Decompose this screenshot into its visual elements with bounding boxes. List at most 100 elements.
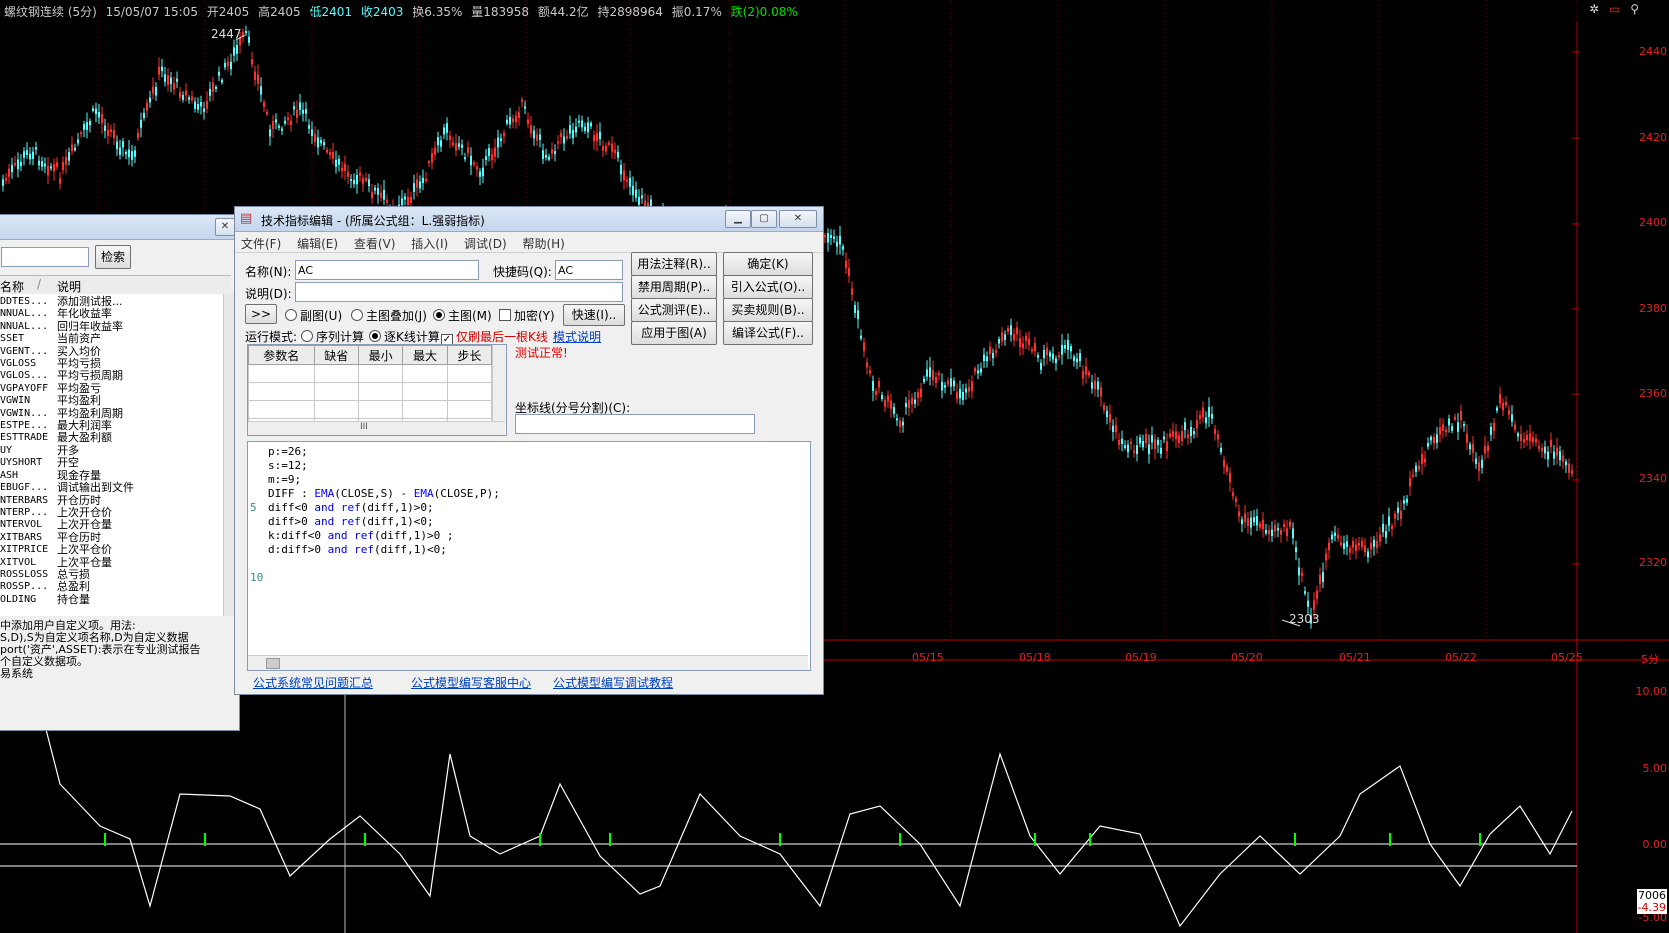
code-line[interactable]: d:diff>0 and ref(diff,1)<0;	[268, 543, 447, 556]
list-item-name[interactable]: EBUGF...	[0, 482, 48, 494]
list-item-name[interactable]: VGLOSS	[0, 358, 48, 370]
code-editor[interactable]: p:=26; s:=12; m:=9; DIFF : EMA(CLOSE,S) - E…	[247, 441, 811, 671]
list-item-name[interactable]: NTERP...	[0, 507, 48, 519]
param-cell[interactable]	[313, 364, 359, 383]
list-item-name[interactable]: ROSSLOSS	[0, 569, 48, 581]
list-item-desc[interactable]: 平均盈利	[57, 394, 134, 407]
list-item-name[interactable]: VGLOS...	[0, 370, 48, 382]
code-line[interactable]: p:=26;	[268, 445, 308, 458]
scroll-thumb[interactable]	[266, 658, 280, 669]
list-item-name[interactable]: ASH	[0, 470, 48, 482]
period-label[interactable]: 5分	[1641, 651, 1659, 667]
list-item-name[interactable]: VGENT...	[0, 346, 48, 358]
code-line[interactable]: m:=9;	[268, 473, 301, 486]
list-item-desc[interactable]: 持仓量	[57, 593, 134, 606]
list-item-name[interactable]: VGWIN	[0, 395, 48, 407]
indicator-editor-window[interactable]: ▤ 技术指标编辑 - (所属公式组：L.强弱指标) ▁ ▢ ✕ 文件(F) 编辑…	[234, 206, 824, 695]
list-item-name[interactable]: XITPRICE	[0, 544, 48, 556]
param-cell[interactable]	[357, 382, 404, 401]
param-cell[interactable]	[446, 382, 493, 401]
function-list-titlebar[interactable]: ✕	[0, 215, 239, 240]
radio-sub-chart[interactable]: 副图(U)	[285, 307, 342, 324]
list-item-name[interactable]: XITVOL	[0, 557, 48, 569]
function-search-input[interactable]	[1, 247, 89, 267]
menu-debug[interactable]: 调试(D)	[458, 232, 513, 252]
list-item-name[interactable]: NNUAL...	[0, 321, 48, 333]
tutorial-link[interactable]: 公式模型编写调试教程	[553, 674, 673, 691]
usage-notes-button[interactable]: 用法注释(R)..	[631, 252, 717, 276]
import-formula-button[interactable]: 引入公式(O)..	[723, 275, 813, 299]
menu-insert[interactable]: 插入(I)	[405, 232, 454, 252]
list-item-desc[interactable]: 总盈利	[57, 580, 134, 593]
evaluate-formula-button[interactable]: 公式测评(E)..	[631, 298, 717, 322]
list-item-name[interactable]: NNUAL...	[0, 308, 48, 320]
list-item-desc[interactable]: 平均亏损周期	[57, 370, 134, 383]
code-line[interactable]: k:diff<0 and ref(diff,1)>0 ;	[268, 529, 453, 542]
menu-edit[interactable]: 编辑(E)	[291, 232, 344, 252]
desc-input[interactable]	[295, 282, 623, 302]
list-item-name[interactable]: ESTPE...	[0, 420, 48, 432]
shortcut-input[interactable]: AC	[555, 260, 623, 280]
list-item-name[interactable]: VGWIN...	[0, 408, 48, 420]
params-table[interactable]: 参数名 缺省 最小 最大 步长 III	[247, 344, 507, 436]
list-item-name[interactable]: XITBARS	[0, 532, 48, 544]
search-button[interactable]: 检索	[95, 245, 131, 269]
param-cell[interactable]	[313, 382, 359, 401]
params-vscroll[interactable]	[492, 345, 506, 421]
list-item-name[interactable]: VGPAYOFF	[0, 383, 48, 395]
faq-link[interactable]: 公式系统常见问题汇总	[253, 674, 373, 691]
list-item-desc[interactable]: 上次平仓价	[57, 543, 134, 556]
param-cell[interactable]	[248, 364, 315, 383]
list-item-name[interactable]: ESTTRADE	[0, 432, 48, 444]
code-line[interactable]: diff<0 and ref(diff,1)>0;	[268, 501, 434, 514]
column-name[interactable]: 名称	[0, 278, 24, 295]
list-item-name[interactable]: DDTES...	[0, 296, 48, 308]
list-item-desc[interactable]: 最大盈利额	[57, 432, 134, 445]
list-item-name[interactable]: OLDING	[0, 594, 48, 606]
code-line[interactable]: diff>0 and ref(diff,1)<0;	[268, 515, 434, 528]
encrypt-checkbox[interactable]: 加密(Y)	[499, 307, 555, 324]
list-item-desc[interactable]: 调试输出到文件	[57, 481, 134, 494]
menu-file[interactable]: 文件(F)	[235, 232, 287, 252]
list-item-name[interactable]: NTERBARS	[0, 495, 48, 507]
function-list-window[interactable]: ✕ 检索 名称 / 说明 DDTES... NNUAL... NNUAL... SSE…	[0, 214, 240, 731]
fast-button[interactable]: 快速(I)..	[563, 304, 625, 326]
param-cell[interactable]	[248, 400, 315, 419]
apply-to-chart-button[interactable]: 应用于图(A)	[631, 321, 717, 345]
list-item-desc[interactable]: 上次开仓量	[57, 518, 134, 531]
param-cell[interactable]	[357, 364, 404, 383]
list-item-name[interactable]: ROSSP...	[0, 581, 48, 593]
maximize-icon[interactable]: ▢	[751, 210, 777, 228]
radio-per-bar-calc[interactable]: 逐K线计算	[369, 328, 440, 345]
ok-button[interactable]: 确定(K)	[723, 252, 813, 276]
param-cell[interactable]	[248, 382, 315, 401]
editor-titlebar[interactable]: ▤ 技术指标编辑 - (所属公式组：L.强弱指标) ▁ ▢ ✕	[235, 207, 823, 232]
list-item-name[interactable]: UYSHORT	[0, 457, 48, 469]
menu-help[interactable]: 帮助(H)	[516, 232, 570, 252]
disable-period-button[interactable]: 禁用周期(P)..	[631, 275, 717, 299]
list-item-desc[interactable]: 当前资产	[57, 332, 134, 345]
expand-button[interactable]: >>	[245, 304, 277, 324]
close-icon[interactable]: ✕	[215, 218, 235, 236]
list-item-desc[interactable]: 开空	[57, 456, 134, 469]
radio-main-chart[interactable]: 主图(M)	[433, 307, 492, 324]
code-line[interactable]: DIFF : EMA(CLOSE,S) - EMA(CLOSE,P);	[268, 487, 500, 500]
param-cell[interactable]	[357, 400, 404, 419]
param-cell[interactable]	[446, 400, 493, 419]
radio-sequence-calc[interactable]: 序列计算	[301, 328, 364, 345]
list-item-name[interactable]: SSET	[0, 333, 48, 345]
trade-rules-button[interactable]: 买卖规则(B)..	[723, 298, 813, 322]
param-cell[interactable]	[446, 364, 493, 383]
minimize-icon[interactable]: ▁	[725, 210, 751, 228]
list-item-name[interactable]: UY	[0, 445, 48, 457]
list-item-name[interactable]: NTERVOL	[0, 519, 48, 531]
support-link[interactable]: 公式模型编写客服中心	[411, 674, 531, 691]
mode-help-link[interactable]: 模式说明	[553, 328, 601, 345]
name-input[interactable]: AC	[295, 260, 479, 280]
function-list[interactable]: DDTES... NNUAL... NNUAL... SSET VGENT... VGLO…	[0, 294, 223, 616]
menu-view[interactable]: 查看(V)	[348, 232, 402, 252]
coord-lines-input[interactable]	[515, 414, 755, 434]
code-line[interactable]: s:=12;	[268, 459, 308, 472]
column-desc[interactable]: 说明	[57, 278, 81, 295]
compile-formula-button[interactable]: 编译公式(F)..	[723, 321, 813, 345]
